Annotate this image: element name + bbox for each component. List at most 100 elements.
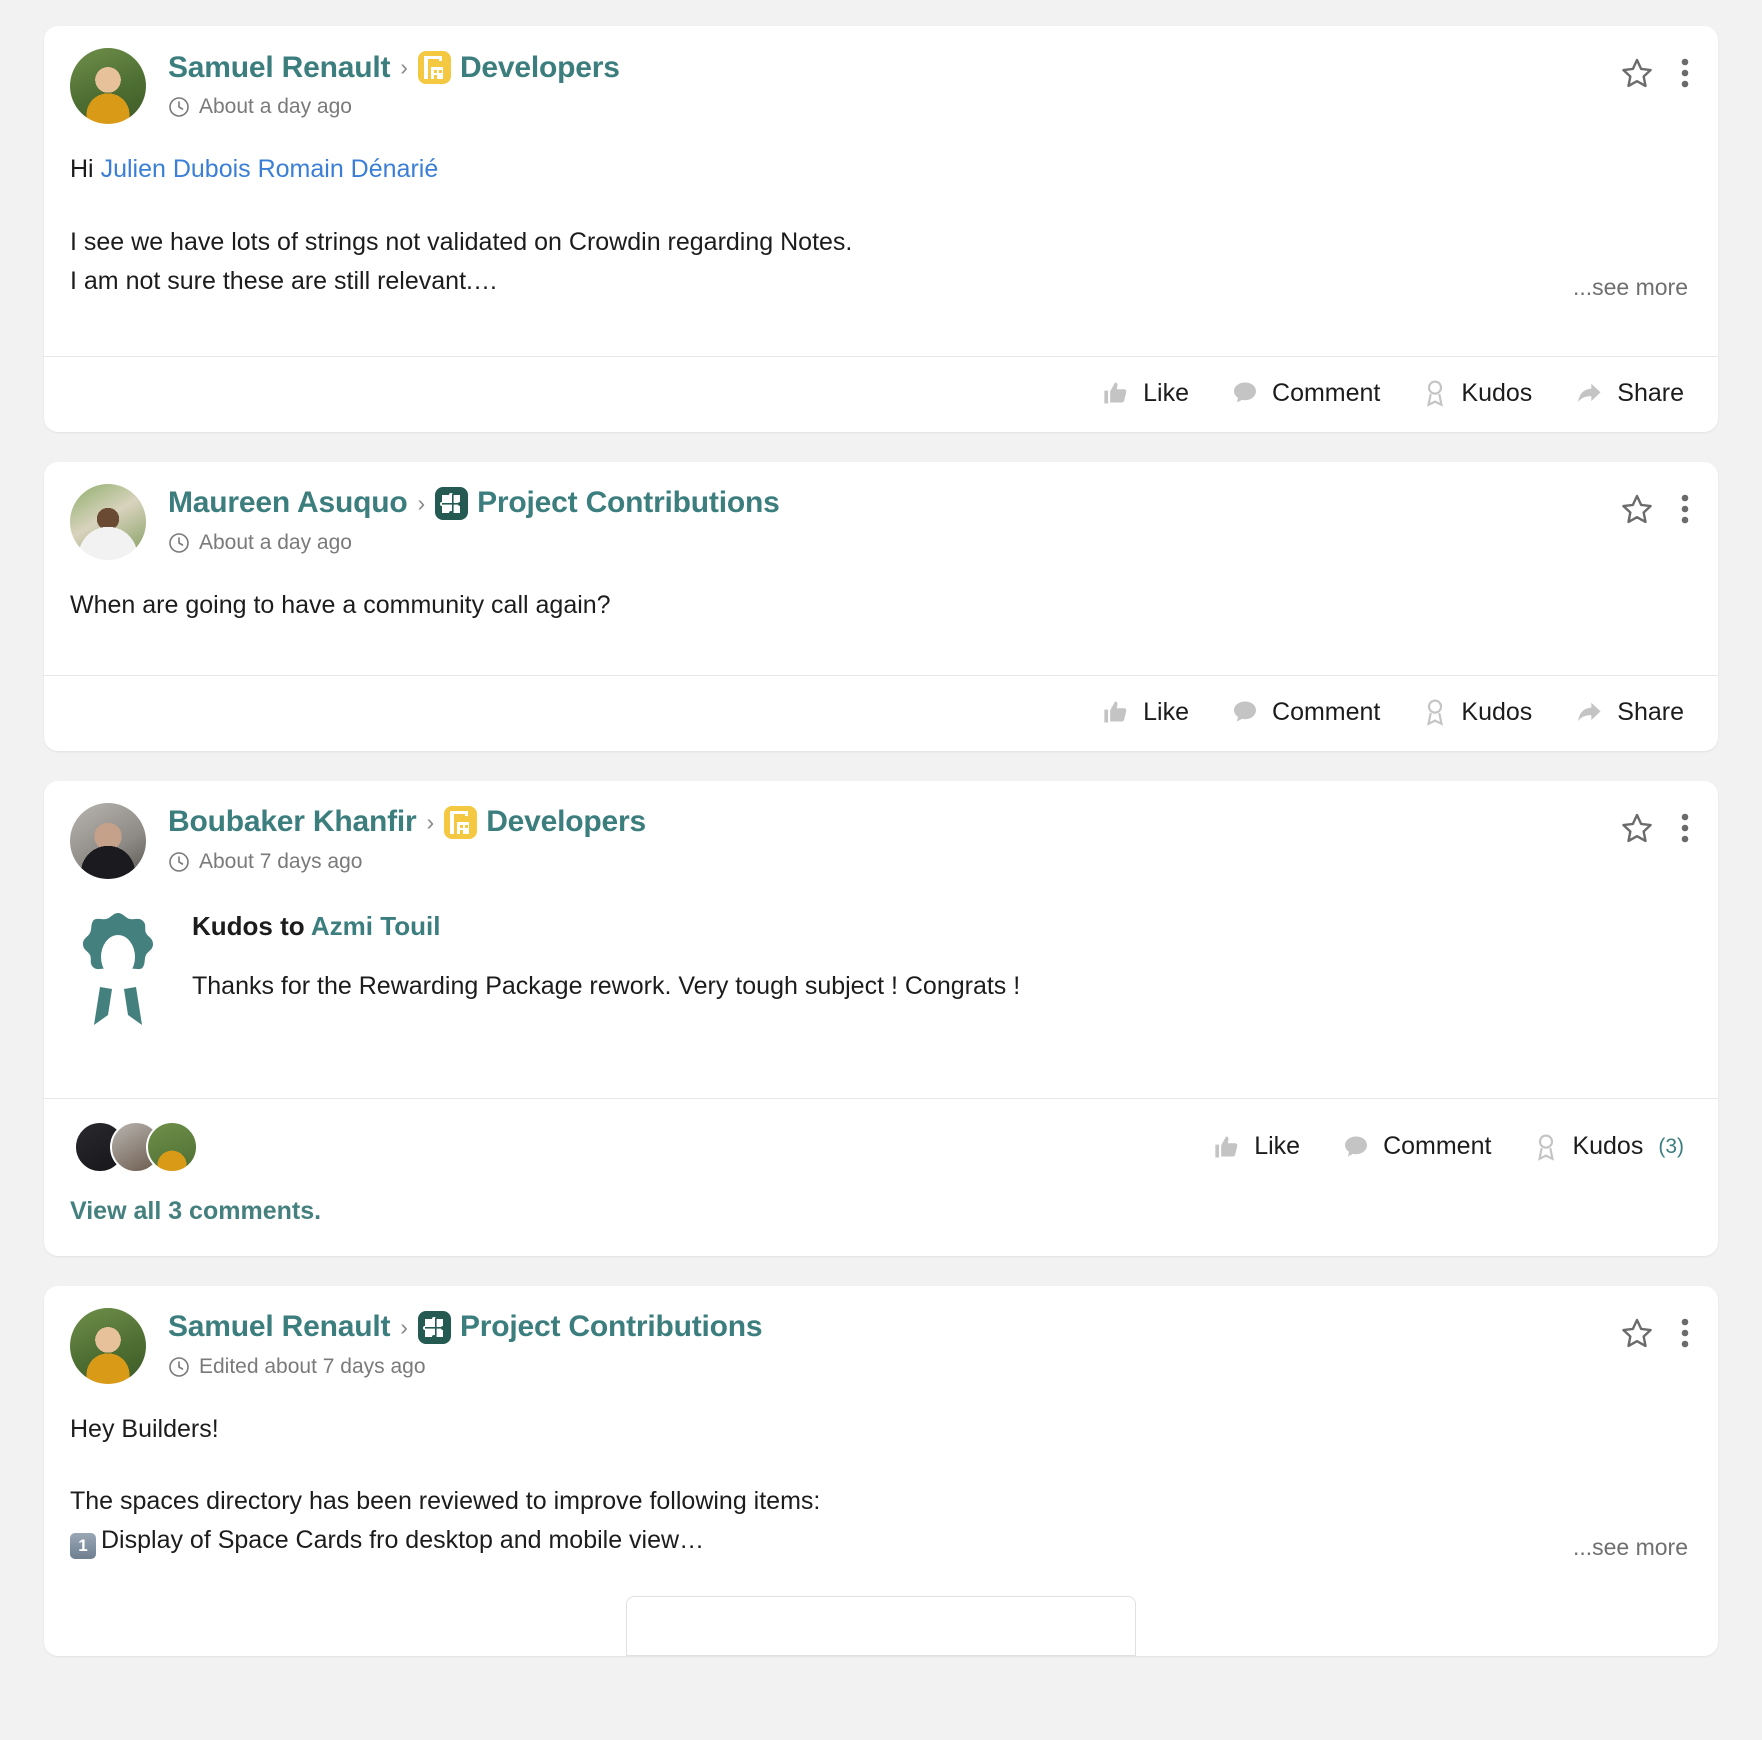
post-body: Hi Julien Dubois Romain Dénarié I see we… bbox=[44, 124, 1718, 338]
share-label: Share bbox=[1617, 378, 1684, 407]
comment-button[interactable]: Comment bbox=[1231, 379, 1380, 408]
crane-building-icon[interactable] bbox=[417, 51, 451, 84]
more-vertical-icon[interactable] bbox=[1680, 811, 1690, 845]
kudos-button[interactable]: Kudos bbox=[1422, 379, 1532, 408]
author-name[interactable]: Samuel Renault bbox=[168, 52, 390, 83]
author-name[interactable]: Samuel Renault bbox=[168, 1312, 390, 1342]
crane-building-icon[interactable] bbox=[444, 805, 478, 839]
reactor-avatar-stack[interactable] bbox=[70, 1120, 198, 1173]
activity-feed: Samuel Renault › Developers About a day … bbox=[0, 0, 1762, 1656]
post-card: Samuel Renault › Developers About a day … bbox=[44, 26, 1718, 432]
more-vertical-icon[interactable] bbox=[1680, 492, 1690, 526]
puzzle-piece-icon[interactable] bbox=[435, 486, 469, 520]
kudos-label: Kudos bbox=[1461, 378, 1533, 407]
space-name[interactable]: Developers bbox=[486, 807, 646, 837]
space-name[interactable]: Project Contributions bbox=[460, 1312, 763, 1342]
clock-icon bbox=[168, 96, 190, 118]
keycap-one-icon: 1 bbox=[70, 1533, 96, 1560]
kudos-to-line: Kudos to Azmi Touil bbox=[192, 911, 1020, 942]
clock-icon bbox=[168, 851, 190, 873]
kudos-text: Kudos to Azmi Touil Thanks for the Rewar… bbox=[192, 905, 1020, 1001]
like-button[interactable]: Like bbox=[1102, 698, 1189, 727]
share-button[interactable]: Share bbox=[1574, 379, 1684, 408]
post-header-text: Samuel Renault › Developers About a day … bbox=[168, 48, 620, 119]
favorite-star-button[interactable] bbox=[1620, 492, 1654, 526]
post-body: Hey Builders! The spaces directory has b… bbox=[44, 1384, 1718, 1656]
post-card: Samuel Renault › Project Contributions E… bbox=[44, 1285, 1718, 1656]
comment-button[interactable]: Comment bbox=[1342, 1132, 1491, 1161]
post-body: When are going to have a community call … bbox=[44, 560, 1718, 657]
post-timestamp: About a day ago bbox=[199, 530, 352, 554]
kudos-button[interactable]: Kudos bbox=[1422, 698, 1532, 727]
breadcrumb-separator: › bbox=[400, 1313, 408, 1340]
post-meta: Edited about 7 days ago bbox=[168, 1355, 762, 1379]
like-label: Like bbox=[1143, 697, 1190, 726]
see-more-link[interactable]: ...see more bbox=[1573, 270, 1688, 306]
avatar[interactable] bbox=[70, 1307, 146, 1384]
kudos-label: Kudos bbox=[1572, 1132, 1644, 1161]
post-meta: About a day ago bbox=[168, 95, 620, 119]
user-mention[interactable]: Julien Dubois Romain Dénarié bbox=[101, 155, 439, 183]
comment-label: Comment bbox=[1272, 378, 1381, 407]
award-icon bbox=[70, 905, 166, 1034]
post-timestamp: Edited about 7 days ago bbox=[199, 1354, 426, 1378]
avatar[interactable] bbox=[70, 483, 146, 560]
post-paragraph-2: The spaces directory has been reviewed t… bbox=[70, 1487, 821, 1516]
avatar[interactable] bbox=[146, 1120, 198, 1173]
puzzle-piece-icon[interactable] bbox=[417, 1310, 451, 1344]
more-vertical-icon[interactable] bbox=[1680, 56, 1690, 90]
attachment-preview[interactable] bbox=[626, 1595, 1136, 1656]
post-timestamp: About 7 days ago bbox=[199, 849, 363, 873]
comment-button[interactable]: Comment bbox=[1231, 698, 1380, 727]
post-title-line: Samuel Renault › Developers bbox=[168, 51, 620, 84]
kudos-recipient[interactable]: Azmi Touil bbox=[311, 911, 441, 941]
clock-icon bbox=[168, 532, 190, 554]
kudos-count: (3) bbox=[1658, 1134, 1684, 1158]
post-meta: About 7 days ago bbox=[168, 850, 646, 874]
clock-icon bbox=[168, 1356, 190, 1378]
like-button[interactable]: Like bbox=[1102, 379, 1189, 408]
like-button[interactable]: Like bbox=[1213, 1132, 1300, 1161]
breadcrumb-separator: › bbox=[426, 808, 435, 835]
favorite-star-button[interactable] bbox=[1620, 811, 1654, 845]
avatar[interactable] bbox=[70, 802, 146, 879]
post-paragraph-1: When are going to have a community call … bbox=[70, 590, 611, 619]
kudos-block: Kudos to Azmi Touil Thanks for the Rewar… bbox=[44, 879, 1718, 1034]
post-header-text: Samuel Renault › Project Contributions E… bbox=[168, 1308, 763, 1379]
favorite-star-button[interactable] bbox=[1620, 1316, 1654, 1350]
post-meta: About a day ago bbox=[168, 531, 780, 555]
post-header: Samuel Renault › Project Contributions E… bbox=[44, 1286, 1718, 1384]
post-header-actions bbox=[1620, 492, 1690, 526]
post-greeting-prefix: Hi bbox=[70, 155, 101, 183]
post-timestamp: About a day ago bbox=[199, 95, 352, 118]
kudos-message: Thanks for the Rewarding Package rework.… bbox=[192, 971, 1021, 1000]
post-footer: Like Comment Kudos (3) bbox=[44, 1099, 1718, 1197]
like-label: Like bbox=[1143, 378, 1190, 407]
avatar[interactable] bbox=[70, 48, 146, 124]
space-name[interactable]: Developers bbox=[460, 52, 620, 83]
post-paragraph-1: Hey Builders! bbox=[70, 1414, 219, 1443]
post-card: Maureen Asuquo › Project Contributions A… bbox=[44, 461, 1718, 751]
post-title-line: Samuel Renault › Project Contributions bbox=[168, 1310, 763, 1344]
breadcrumb-separator: › bbox=[417, 489, 426, 516]
favorite-star-button[interactable] bbox=[1620, 56, 1654, 90]
share-label: Share bbox=[1617, 697, 1684, 726]
post-header-actions bbox=[1620, 811, 1690, 845]
space-name[interactable]: Project Contributions bbox=[477, 488, 780, 518]
author-name[interactable]: Maureen Asuquo bbox=[168, 488, 408, 518]
see-more-link[interactable]: ...see more bbox=[1573, 1530, 1688, 1566]
post-paragraph-1: I see we have lots of strings not valida… bbox=[70, 227, 853, 256]
post-list-item-text: Display of Space Cards fro desktop and m… bbox=[101, 1526, 705, 1555]
post-header-actions bbox=[1620, 1316, 1690, 1350]
author-name[interactable]: Boubaker Khanfir bbox=[168, 807, 417, 837]
post-header-text: Maureen Asuquo › Project Contributions A… bbox=[168, 484, 780, 555]
more-vertical-icon[interactable] bbox=[1680, 1316, 1690, 1350]
kudos-button[interactable]: Kudos (3) bbox=[1533, 1132, 1684, 1161]
post-title-line: Maureen Asuquo › Project Contributions bbox=[168, 486, 780, 520]
post-header-text: Boubaker Khanfir › Developers About 7 da… bbox=[168, 803, 646, 874]
share-button[interactable]: Share bbox=[1574, 698, 1684, 727]
view-all-comments-link[interactable]: View all 3 comments. bbox=[44, 1197, 1718, 1256]
like-label: Like bbox=[1254, 1132, 1301, 1161]
comment-label: Comment bbox=[1383, 1132, 1492, 1161]
post-footer: Like Comment Kudos Share bbox=[44, 357, 1718, 432]
